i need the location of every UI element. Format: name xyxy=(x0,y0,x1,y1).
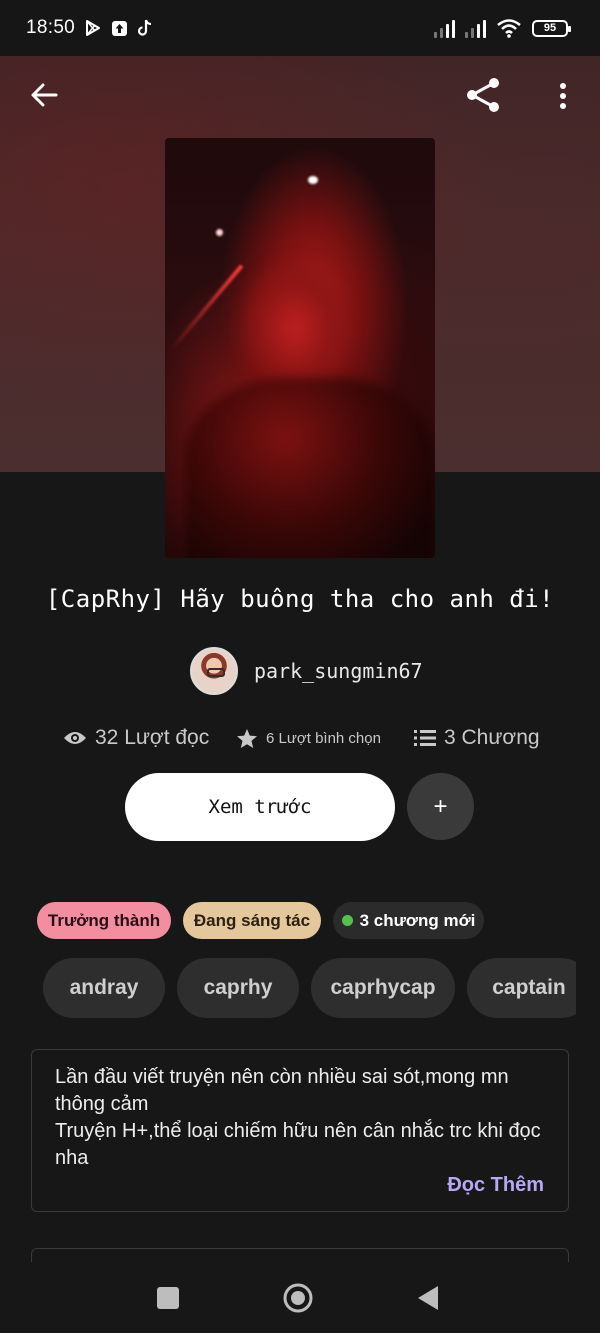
tag-list: andray caprhy caprhycap captain xyxy=(0,958,576,1018)
nav-back-button[interactable] xyxy=(405,1275,451,1321)
tag-caprhycap[interactable]: caprhycap xyxy=(311,958,455,1018)
star-icon xyxy=(237,728,257,748)
votes-count: 6 Lượt bình chọn xyxy=(266,729,381,747)
reads-count: 32 Lượt đọc xyxy=(95,726,210,749)
read-more-link[interactable]: Đọc Thêm xyxy=(447,1174,544,1197)
avatar[interactable] xyxy=(190,647,238,695)
upload-icon xyxy=(112,20,128,36)
author-name[interactable]: park_sungmin67 xyxy=(254,659,423,683)
back-button[interactable] xyxy=(22,75,66,115)
home-button[interactable] xyxy=(275,1275,321,1321)
signal-icon xyxy=(434,18,455,38)
signal-icon xyxy=(465,18,486,38)
new-dot-icon xyxy=(341,915,353,926)
arrow-left-icon xyxy=(31,83,58,107)
author-link[interactable]: park_sungmin67 xyxy=(190,647,423,695)
mature-badge: Trưởng thành xyxy=(37,902,171,939)
system-nav-bar xyxy=(0,1262,600,1333)
ongoing-badge: Đang sáng tác xyxy=(183,902,321,939)
circle-icon xyxy=(283,1283,313,1313)
tiktok-icon xyxy=(137,19,152,36)
new-parts-badge: 3 chương mới xyxy=(333,902,484,939)
recents-button[interactable] xyxy=(145,1275,191,1321)
eye-icon xyxy=(64,732,86,744)
wifi-icon xyxy=(497,19,521,38)
tag-captain[interactable]: captain xyxy=(467,958,576,1018)
square-icon xyxy=(157,1287,179,1309)
votes-stat: 6 Lượt bình chọn xyxy=(236,718,381,758)
battery-level: 95 xyxy=(543,22,557,34)
battery-icon: 95 xyxy=(532,19,571,37)
status-time: 18:50 xyxy=(26,17,76,38)
more-options-button[interactable] xyxy=(548,74,578,118)
tag-andray[interactable]: andray xyxy=(43,958,165,1018)
reads-stat: 32 Lượt đọc xyxy=(63,718,209,758)
story-stats: 32 Lượt đọc 6 Lượt bình chọn 3 Chương xyxy=(0,718,600,758)
status-bar: 18:50 95 xyxy=(0,0,600,56)
preview-button[interactable]: Xem trước xyxy=(125,773,395,841)
share-button[interactable] xyxy=(460,72,506,118)
triangle-back-icon xyxy=(418,1286,438,1310)
story-cover-image[interactable] xyxy=(165,138,435,558)
play-store-icon xyxy=(86,20,101,36)
parts-count: 3 Chương xyxy=(444,726,540,749)
new-parts-label: 3 chương mới xyxy=(359,910,476,930)
list-icon xyxy=(414,730,436,746)
description-card: Lần đầu viết truyện nên còn nhiều sai só… xyxy=(31,1049,569,1212)
parts-stat: 3 Chương xyxy=(414,718,540,758)
add-to-library-button[interactable]: + xyxy=(407,773,474,840)
more-vertical-icon xyxy=(560,83,566,109)
share-icon xyxy=(467,78,499,112)
description-text: Lần đầu viết truyện nên còn nhiều sai só… xyxy=(55,1066,541,1169)
story-title: [CapRhy] Hãy buông tha cho anh đi! xyxy=(45,585,555,613)
tag-caprhy[interactable]: caprhy xyxy=(177,958,299,1018)
